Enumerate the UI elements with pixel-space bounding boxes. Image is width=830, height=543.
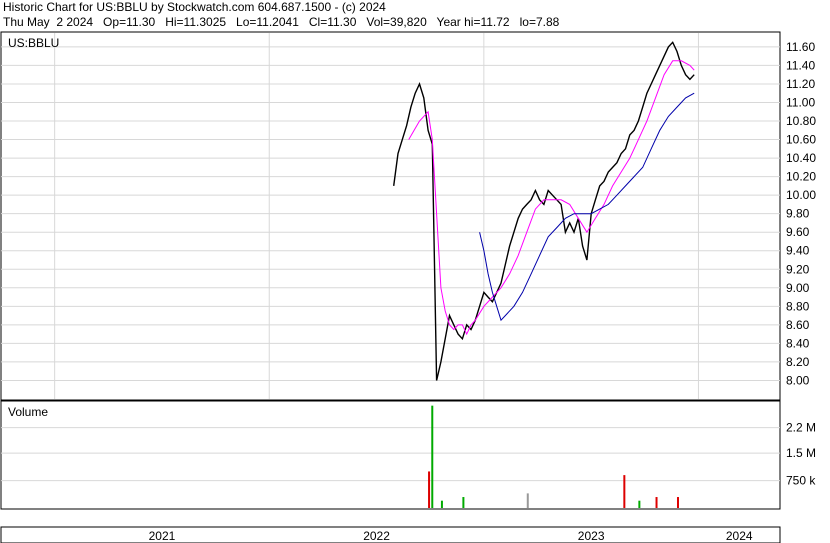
price-tick-label: 8.20 bbox=[786, 355, 810, 369]
volume-axis-ticks: 2.2 M 1.5 M 750 k bbox=[786, 421, 816, 488]
price-tick-label: 9.40 bbox=[786, 244, 810, 258]
year-label: 2022 bbox=[363, 529, 390, 543]
price-tick-label: 10.40 bbox=[786, 151, 816, 165]
volume-tick-label: 2.2 M bbox=[786, 421, 816, 435]
chart-grid bbox=[1, 33, 780, 482]
price-tick-label: 10.00 bbox=[786, 188, 816, 202]
year-label: 2024 bbox=[726, 529, 753, 543]
volume-label: Volume bbox=[8, 405, 48, 419]
price-tick-label: 11.00 bbox=[786, 95, 815, 109]
price-tick-label: 8.80 bbox=[786, 299, 810, 313]
year-label: 2021 bbox=[149, 529, 176, 543]
price-panel bbox=[0, 31, 781, 401]
volume-bar bbox=[623, 475, 626, 508]
ma_short-line bbox=[408, 60, 695, 336]
price-tick-label: 9.60 bbox=[786, 225, 810, 239]
price-tick-label: 9.20 bbox=[786, 262, 810, 276]
volume-bar bbox=[462, 497, 465, 508]
historic-price-chart: US:BBLU Volume 11.60 11.40 11.20 11.00 10.80… bbox=[0, 31, 816, 543]
price-tick-label: 11.20 bbox=[786, 77, 815, 91]
volume-bar bbox=[428, 471, 431, 508]
volume-panel bbox=[0, 400, 781, 510]
volume-bar bbox=[638, 500, 641, 508]
price-axis-ticks: 11.60 11.40 11.20 11.00 10.80 10.60 10.40 10.20… bbox=[786, 40, 816, 388]
volume-tick-label: 750 k bbox=[786, 474, 816, 488]
year-labels: 2021 2022 2023 2024 bbox=[149, 529, 753, 543]
year-axis bbox=[0, 526, 781, 543]
price-tick-label: 10.60 bbox=[786, 133, 816, 147]
price-tick-label: 9.00 bbox=[786, 281, 810, 295]
price-tick-label: 10.20 bbox=[786, 170, 816, 184]
price-line bbox=[393, 41, 695, 381]
price-tick-label: 11.60 bbox=[786, 40, 815, 54]
price-tick-label: 8.60 bbox=[786, 318, 810, 332]
price-tick-label: 11.40 bbox=[786, 58, 815, 72]
price-tick-label: 8.00 bbox=[786, 373, 810, 387]
price-tick-label: 9.80 bbox=[786, 207, 810, 221]
volume-bars-group bbox=[428, 405, 679, 508]
symbol-label: US:BBLU bbox=[8, 36, 59, 50]
price-tick-label: 10.80 bbox=[786, 114, 816, 128]
volume-bar bbox=[676, 497, 679, 508]
volume-bar bbox=[526, 493, 529, 508]
volume-bar bbox=[655, 497, 658, 508]
volume-bar bbox=[431, 405, 434, 508]
ma_long-line bbox=[479, 92, 695, 322]
volume-bar bbox=[440, 500, 443, 508]
volume-tick-label: 1.5 M bbox=[786, 446, 816, 460]
price-series-group bbox=[393, 41, 695, 381]
price-tick-label: 8.40 bbox=[786, 336, 810, 350]
year-label: 2023 bbox=[578, 529, 605, 543]
